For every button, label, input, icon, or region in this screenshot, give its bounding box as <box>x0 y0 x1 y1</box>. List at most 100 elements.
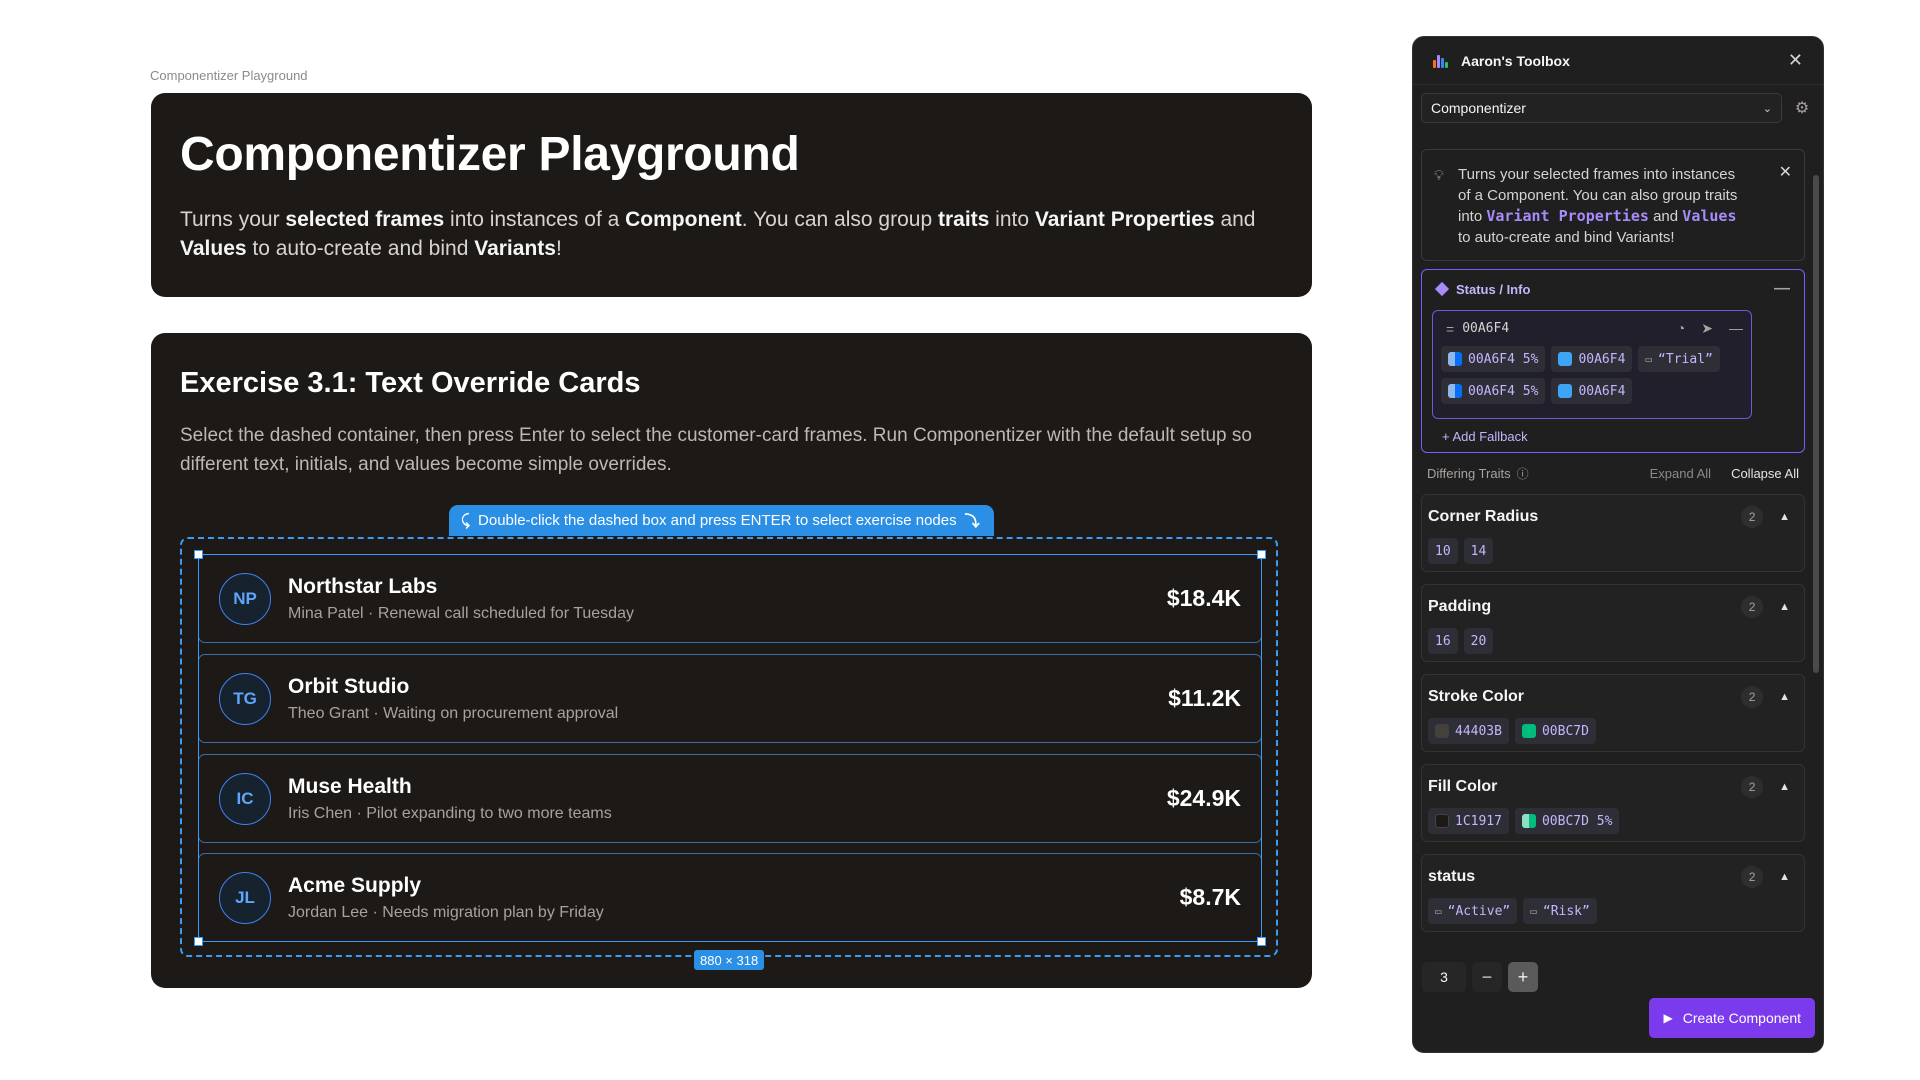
gear-icon[interactable]: ⚙ <box>1790 96 1814 120</box>
add-fallback-button[interactable]: + Add Fallback <box>1432 429 1794 444</box>
tool-select-value: Componentizer <box>1431 100 1526 116</box>
minus-icon[interactable]: — <box>1729 320 1743 337</box>
trait-value-chip[interactable]: ▭ “Active” <box>1428 898 1518 924</box>
variant-property-label: Status / Info <box>1456 281 1531 297</box>
trait-value-chip[interactable]: 10 <box>1428 538 1458 564</box>
close-icon[interactable]: ✕ <box>1779 162 1792 183</box>
color-chip[interactable]: 00A6F4 5% <box>1441 346 1546 372</box>
trait-section[interactable]: Corner Radius 2 ▲ 10 14 <box>1421 494 1805 572</box>
close-icon[interactable]: ✕ <box>1788 50 1803 71</box>
trait-values: 16 20 <box>1428 628 1794 654</box>
hero-frame[interactable]: Componentizer Playground Turns your sele… <box>151 93 1312 297</box>
resize-handle[interactable] <box>1257 550 1266 559</box>
caret-up-icon[interactable]: ▲ <box>1779 871 1790 883</box>
trait-section[interactable]: Fill Color 2 ▲ 1C1917 00BC7D 5% <box>1421 764 1805 842</box>
panel-scroll-area[interactable]: 💡︎ ✕ Turns your selected frames into ins… <box>1413 137 1813 990</box>
caret-up-icon[interactable]: ▲ <box>1779 601 1790 613</box>
chip-row: 00A6F4 5% 00A6F4 ▭ “Trial” <box>1441 346 1743 372</box>
swatch-icon <box>1558 384 1573 398</box>
trait-value-chip[interactable]: 20 <box>1463 628 1494 654</box>
collapse-all-button[interactable]: Collapse All <box>1731 466 1799 481</box>
exercise-title: Exercise 3.1: Text Override Cards <box>180 367 641 399</box>
minus-icon[interactable]: − <box>1472 962 1502 992</box>
lightbulb-icon: 💡︎ <box>1434 167 1444 183</box>
swatch-icon <box>1521 724 1536 738</box>
trait-values: 1C1917 00BC7D 5% <box>1428 808 1794 834</box>
color-chip[interactable]: 00A6F4 <box>1551 346 1633 372</box>
caret-up-icon[interactable]: ▲ <box>1779 691 1790 703</box>
trait-value-chip[interactable]: 14 <box>1463 538 1494 564</box>
frame-label[interactable]: Componentizer Playground <box>150 68 308 83</box>
panel-scrollbar[interactable] <box>1813 175 1819 673</box>
trait-name: Stroke Color <box>1428 688 1525 705</box>
trait-value-chip[interactable]: 00BC7D 5% <box>1514 808 1620 834</box>
trait-value-chip[interactable]: 16 <box>1428 628 1458 654</box>
variant-property-box[interactable]: Status / Info — = 00A6F4 ◔ ➤ — 00A6F4 5%… <box>1421 269 1805 453</box>
trait-value-chip[interactable]: 1C1917 <box>1428 808 1509 834</box>
trait-name: Corner Radius <box>1428 508 1539 525</box>
plus-icon[interactable]: + <box>1508 962 1538 992</box>
stepper-value[interactable]: 3 <box>1422 962 1466 992</box>
trait-count-badge: 2 <box>1741 866 1764 888</box>
trait-name: status <box>1428 868 1476 885</box>
trait-value-chip[interactable]: 00BC7D <box>1514 718 1596 744</box>
panel-title: Aaron's Toolbox <box>1461 52 1570 69</box>
variant-value-header: = 00A6F4 ◔ ➤ — <box>1441 320 1743 337</box>
variant-value-box[interactable]: = 00A6F4 ◔ ➤ — 00A6F4 5% 00A6F4 ▭ “Trial”… <box>1432 310 1752 419</box>
trait-header[interactable]: status 2 ▲ <box>1428 866 1794 888</box>
tool-select[interactable]: Componentizer ⌄ <box>1421 93 1782 123</box>
caret-up-icon[interactable]: ▲ <box>1779 781 1790 793</box>
create-component-button[interactable]: ▶ Create Component <box>1649 998 1815 1038</box>
swatch-icon <box>1448 384 1462 398</box>
cursor-icon[interactable]: ➤ <box>1701 320 1713 337</box>
variant-property-header: Status / Info — <box>1432 280 1794 298</box>
trait-value-chip[interactable]: ▭ “Risk” <box>1523 898 1597 924</box>
toolbox-logo-icon <box>1433 54 1449 68</box>
resize-handle[interactable] <box>194 937 203 946</box>
quantity-stepper: 3 − + <box>1422 962 1538 992</box>
variant-value-name: 00A6F4 <box>1462 321 1510 336</box>
create-component-label: Create Component <box>1682 1010 1801 1026</box>
expand-all-button[interactable]: Expand All <box>1650 466 1711 481</box>
caret-up-icon[interactable]: ▲ <box>1779 511 1790 523</box>
trait-values: 44403B 00BC7D <box>1428 718 1794 744</box>
drag-handle-icon[interactable]: = <box>1446 321 1454 337</box>
trait-section[interactable]: Padding 2 ▲ 16 20 <box>1421 584 1805 662</box>
differing-traits-label: Differing Traits <box>1427 466 1511 481</box>
color-chip[interactable]: 00A6F4 5% <box>1441 378 1546 404</box>
trait-name: Padding <box>1428 598 1492 615</box>
trait-header[interactable]: Stroke Color 2 ▲ <box>1428 686 1794 708</box>
swatch-icon <box>1435 724 1449 738</box>
trait-count-badge: 2 <box>1741 686 1764 708</box>
palette-icon[interactable]: ◔ <box>1677 320 1685 337</box>
trait-header[interactable]: Fill Color 2 ▲ <box>1428 776 1794 798</box>
chip-row: 00A6F4 5% 00A6F4 <box>1441 378 1743 404</box>
panel-footer: 3 − + ▶ Create Component <box>1413 952 1823 1052</box>
diamond-icon <box>1434 281 1450 297</box>
trait-section[interactable]: Stroke Color 2 ▲ 44403B 00BC7D <box>1421 674 1805 752</box>
hero-description: Turns your selected frames into instance… <box>180 208 1256 260</box>
panel-header: Aaron's Toolbox ✕ <box>1413 37 1823 85</box>
selection-outline <box>198 554 1262 942</box>
minus-icon[interactable]: — <box>1774 280 1790 298</box>
hint-pill: ⤹ Double-click the dashed box and press … <box>449 505 994 536</box>
swatch-icon <box>1521 814 1536 828</box>
info-text: Turns your selected frames into instance… <box>1458 166 1738 246</box>
trait-values: 10 14 <box>1428 538 1794 564</box>
text-icon: ▭ <box>1435 904 1442 918</box>
tool-row: Componentizer ⌄ ⚙ <box>1413 85 1823 123</box>
text-icon: ▭ <box>1645 352 1653 366</box>
resize-handle[interactable] <box>1257 937 1266 946</box>
exercise-description: Select the dashed container, then press … <box>180 425 1252 475</box>
info-icon[interactable]: ⓘ <box>1517 465 1529 482</box>
color-chip[interactable]: 00A6F4 <box>1551 378 1633 404</box>
trait-value-chip[interactable]: 44403B <box>1428 718 1509 744</box>
trait-section[interactable]: status 2 ▲ ▭ “Active” ▭ “Risk” <box>1421 854 1805 932</box>
trait-header[interactable]: Corner Radius 2 ▲ <box>1428 506 1794 528</box>
trait-count-badge: 2 <box>1741 596 1764 618</box>
chevron-down-icon: ⌄ <box>1762 102 1772 115</box>
text-chip[interactable]: ▭ “Trial” <box>1638 346 1720 372</box>
trait-header[interactable]: Padding 2 ▲ <box>1428 596 1794 618</box>
curved-arrow-down-icon: ⤵ <box>964 513 980 530</box>
resize-handle[interactable] <box>194 550 203 559</box>
